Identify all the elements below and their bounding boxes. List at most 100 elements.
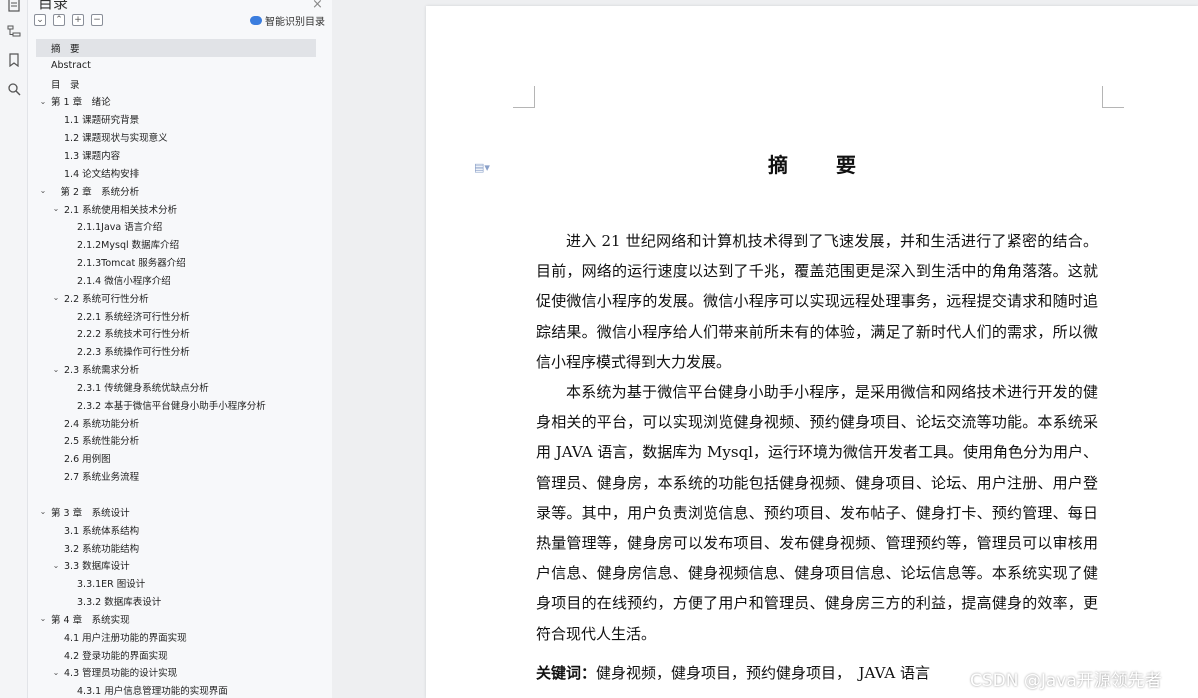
toc-item[interactable]: 1.4 论文结构安排 <box>36 164 316 182</box>
toc-item-label: 第 1 章 绪论 <box>51 97 111 109</box>
toc-item[interactable]: ⌄ 2.3 系统需求分析 <box>36 360 316 378</box>
toc-item-label: Abstract <box>51 60 91 72</box>
chevron-down-icon[interactable]: ⌄ <box>51 667 61 677</box>
expand-all-icon[interactable]: + <box>72 14 84 26</box>
toc-item[interactable]: ⌄ 第 3 章 系统设计 <box>36 503 316 521</box>
toc-item-label: 2.3 系统需求分析 <box>64 365 140 377</box>
toc-pane-title: 目录 <box>38 0 69 12</box>
toc-item[interactable]: 3.3.1ER 图设计 <box>36 574 316 592</box>
toc-item[interactable]: 4.2 登录功能的界面实现 <box>36 646 316 664</box>
toc-item-label: 1.3 课题内容 <box>64 150 121 162</box>
toc-item[interactable]: 2.1.3Tomcat 服务器介绍 <box>36 253 316 271</box>
toc-item-label: 2.4 系统功能分析 <box>64 418 140 430</box>
toc-item-label: 第 3 章 系统设计 <box>51 507 130 519</box>
toc-item[interactable]: 2.2.1 系统经济可行性分析 <box>36 307 316 325</box>
toc-item[interactable]: 1.1 课题研究背景 <box>36 110 316 128</box>
toc-item-label: 第 4 章 系统实现 <box>51 614 130 626</box>
toc-item[interactable]: 1.2 课题现状与实现意义 <box>36 128 316 146</box>
collapse-all-icon[interactable]: − <box>91 14 103 26</box>
toc-item[interactable]: ⌄ 4.3 管理员功能的设计实现 <box>36 664 316 682</box>
close-icon[interactable]: × <box>312 0 323 12</box>
toc-item-label: 3.3.2 数据库表设计 <box>77 597 162 609</box>
toc-item-label: 2.3.2 本基于微信平台健身小助手小程序分析 <box>77 400 266 412</box>
toc-item[interactable]: 2.3.1 传统健身系统优缺点分析 <box>36 378 316 396</box>
toc-item-label: 4.1 用户注册功能的界面实现 <box>64 632 187 644</box>
toc-item-label: 2.2 系统可行性分析 <box>64 293 149 305</box>
toc-item-label: 2.1.4 微信小程序介绍 <box>77 275 171 287</box>
toc-item[interactable]: ⌄ 2.1 系统使用相关技术分析 <box>36 200 316 218</box>
chevron-down-icon[interactable]: ⌄ <box>51 293 61 303</box>
toc-item-label: 1.4 论文结构安排 <box>64 168 140 180</box>
toc-item[interactable]: ⌄ 3.3 数据库设计 <box>36 556 316 574</box>
smart-toc-label: 智能识别目录 <box>265 17 325 28</box>
toc-item-label: 2.1.1Java 语言介绍 <box>77 222 163 234</box>
keywords-line: 关键词：健身视频，健身项目，预约健身项目， JAVA 语言 <box>536 662 930 683</box>
toc-item[interactable]: 2.2.2 系统技术可行性分析 <box>36 325 316 343</box>
toc-item-label: 目 录 <box>51 79 80 91</box>
toc-item-label: 4.3 管理员功能的设计实现 <box>64 668 178 680</box>
body-paragraph: 进入 21 世纪网络和计算机技术得到了飞速发展，并和生活进行了紧密的结合。目前，… <box>536 232 1098 371</box>
keywords-value: 健身视频，健身项目，预约健身项目， JAVA 语言 <box>596 664 931 682</box>
toc-item-label: 1.1 课题研究背景 <box>64 115 140 127</box>
toc-item[interactable]: 3.1 系统体系结构 <box>36 521 316 539</box>
toc-item[interactable]: 摘 要 <box>36 39 316 57</box>
expand-down-icon[interactable]: ⌄ <box>34 14 46 26</box>
toc-item-label: 3.2 系统功能结构 <box>64 543 140 555</box>
toc-item[interactable]: Abstract <box>36 57 316 75</box>
toc-item[interactable]: ⌄ 2.2 系统可行性分析 <box>36 289 316 307</box>
toc-item[interactable]: ⌄ 第 4 章 系统实现 <box>36 610 316 628</box>
toc-item[interactable]: 2.1.4 微信小程序介绍 <box>36 271 316 289</box>
toc-item[interactable]: 2.1.2Mysql 数据库介绍 <box>36 235 316 253</box>
toc-item[interactable]: 3.2 系统功能结构 <box>36 539 316 557</box>
toc-item[interactable]: 2.2.3 系统操作可行性分析 <box>36 342 316 360</box>
document-page: ▤▾ 摘 要 进入 21 世纪网络和计算机技术得到了飞速发展，并和生活进行了紧密… <box>426 6 1198 698</box>
document-area: ▤▾ 摘 要 进入 21 世纪网络和计算机技术得到了飞速发展，并和生活进行了紧密… <box>332 0 1198 698</box>
toc-item-label: 3.3.1ER 图设计 <box>77 579 146 591</box>
toc-item-label: 2.7 系统业务流程 <box>64 472 140 484</box>
toc-item[interactable]: 2.6 用例图 <box>36 449 316 467</box>
smart-toc-icon <box>250 16 262 25</box>
toc-item[interactable]: 2.3.2 本基于微信平台健身小助手小程序分析 <box>36 396 316 414</box>
search-icon[interactable] <box>3 78 25 100</box>
document-panel-icon[interactable] <box>3 0 25 16</box>
toc-item[interactable]: 1.3 课题内容 <box>36 146 316 164</box>
toc-item-label: 第 2 章 系统分析 <box>51 186 140 198</box>
page-corner-mark <box>513 86 535 108</box>
toc-item[interactable]: ⌄ 第 2 章 系统分析 <box>36 182 316 200</box>
toc-item[interactable]: 4.3.1 用户信息管理功能的实现界面 <box>36 681 316 698</box>
outline-tree-icon[interactable] <box>3 20 25 42</box>
keywords-label: 关键词： <box>536 664 597 682</box>
toc-item-label: 2.1 系统使用相关技术分析 <box>64 204 178 216</box>
toc-item[interactable]: 2.1.1Java 语言介绍 <box>36 217 316 235</box>
chevron-down-icon[interactable]: ⌄ <box>51 560 61 570</box>
toc-item[interactable]: 3.3.2 数据库表设计 <box>36 592 316 610</box>
chevron-down-icon[interactable]: ⌄ <box>51 204 61 214</box>
chevron-down-icon[interactable]: ⌄ <box>38 96 48 106</box>
toc-item[interactable]: ⌄ 第 1 章 绪论 <box>36 93 316 111</box>
toc-item[interactable]: 2.5 系统性能分析 <box>36 432 316 450</box>
left-icon-rail <box>0 0 28 698</box>
smart-toc-button[interactable]: 智能识别目录 <box>250 13 325 28</box>
toc-item-label: 3.1 系统体系结构 <box>64 525 140 537</box>
toc-item[interactable]: 2.7 系统业务流程 <box>36 467 316 485</box>
collapse-up-icon[interactable]: ⌃ <box>53 14 65 26</box>
bookmark-icon[interactable] <box>3 49 25 71</box>
toc-item-label: 3.3 数据库设计 <box>64 561 130 573</box>
toc-item-label: 4.2 登录功能的界面实现 <box>64 650 168 662</box>
toc-item[interactable]: 4.1 用户注册功能的界面实现 <box>36 628 316 646</box>
toc-item-label: 摘 要 <box>51 43 80 55</box>
toc-item-label: 4.3.1 用户信息管理功能的实现界面 <box>77 686 228 698</box>
toc-item[interactable]: 目 录 <box>36 75 316 93</box>
toc-item[interactable]: 2.4 系统功能分析 <box>36 414 316 432</box>
chevron-down-icon[interactable]: ⌄ <box>38 507 48 517</box>
toc-item-label: 2.2.1 系统经济可行性分析 <box>77 311 190 323</box>
chevron-down-icon[interactable]: ⌄ <box>38 186 48 196</box>
body-paragraph: 本系统为基于微信平台健身小助手小程序，是采用微信和网络技术进行开发的健身相关的平… <box>536 383 1098 643</box>
toc-item-label: 2.2.3 系统操作可行性分析 <box>77 347 190 359</box>
chevron-down-icon[interactable]: ⌄ <box>51 364 61 374</box>
toc-item-label: 2.6 用例图 <box>64 454 111 466</box>
chevron-down-icon[interactable]: ⌄ <box>38 614 48 624</box>
toc-item-label: 2.5 系统性能分析 <box>64 436 140 448</box>
toc-list: 摘 要 Abstract 目 录 ⌄ 第 1 章 绪论 1.1 课题研究背景 1.2 课题现… <box>36 39 316 698</box>
toc-spacer <box>36 485 316 503</box>
